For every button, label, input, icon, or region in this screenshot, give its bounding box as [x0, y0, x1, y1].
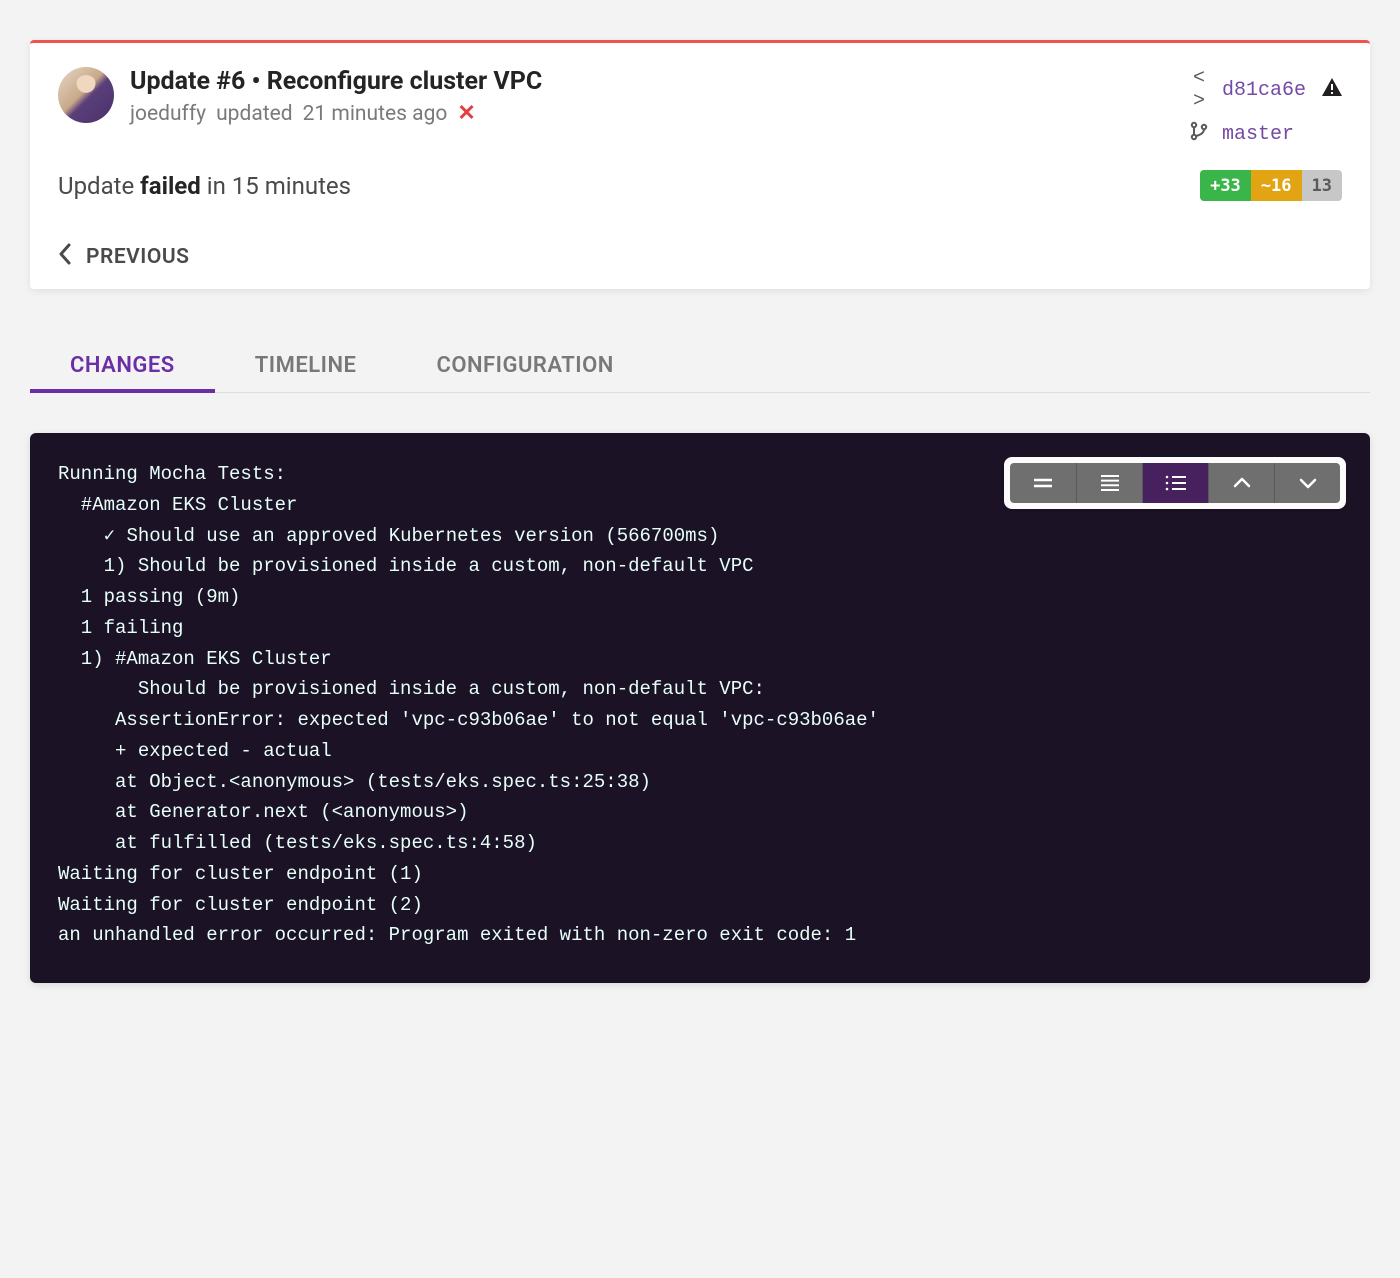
diff-added: +33 — [1200, 170, 1251, 201]
previous-link[interactable]: PREVIOUS — [58, 243, 189, 271]
pager: PREVIOUS — [58, 243, 1342, 271]
tab-changes[interactable]: CHANGES — [30, 337, 215, 392]
update-card: Update #6 • Reconfigure cluster VPC joed… — [30, 40, 1370, 289]
failed-status-icon: ✕ — [457, 103, 475, 125]
view-list-button[interactable] — [1142, 463, 1208, 503]
commit-sha: d81ca6e — [1222, 79, 1306, 102]
status-text: Update failed in 15 minutes — [58, 172, 351, 200]
tab-configuration[interactable]: CONFIGURATION — [396, 337, 653, 392]
update-title: Update #6 • Reconfigure cluster VPC — [130, 67, 1172, 96]
diff-unchanged: 13 — [1302, 170, 1342, 201]
commit-row[interactable]: < > d81ca6e — [1188, 67, 1342, 113]
header-text-block: Update #6 • Reconfigure cluster VPC joed… — [130, 67, 1172, 126]
code-icon: < > — [1188, 67, 1210, 113]
view-justify-button[interactable] — [1076, 463, 1142, 503]
commit-meta: < > d81ca6e master — [1188, 67, 1342, 148]
view-compact-button[interactable] — [1010, 463, 1076, 503]
diff-modified: ~16 — [1251, 170, 1302, 201]
chevron-left-icon — [58, 243, 72, 271]
status-suffix: in 15 minutes — [207, 172, 351, 200]
collapse-up-button[interactable] — [1208, 463, 1274, 503]
status-line: Update failed in 15 minutes +33 ~16 13 — [58, 170, 1342, 201]
update-time: 21 minutes ago — [303, 102, 448, 126]
user-avatar[interactable] — [58, 67, 114, 123]
warning-icon — [1322, 78, 1342, 103]
diff-summary: +33 ~16 13 — [1200, 170, 1342, 201]
update-subline: joeduffy updated 21 minutes ago ✕ — [130, 102, 1172, 126]
branch-name: master — [1222, 123, 1294, 146]
branch-icon — [1188, 121, 1210, 148]
tab-bar: CHANGES TIMELINE CONFIGURATION — [30, 337, 1370, 393]
tab-timeline[interactable]: TIMELINE — [215, 337, 397, 392]
update-action: updated — [216, 102, 292, 126]
expand-down-button[interactable] — [1274, 463, 1340, 503]
console-output[interactable]: Running Mocha Tests: #Amazon EKS Cluster… — [58, 459, 1342, 951]
status-prefix: Update — [58, 172, 134, 200]
card-header: Update #6 • Reconfigure cluster VPC joed… — [58, 67, 1342, 148]
console-panel: Running Mocha Tests: #Amazon EKS Cluster… — [30, 433, 1370, 983]
previous-label: PREVIOUS — [86, 245, 189, 269]
status-result: failed — [140, 172, 201, 200]
console-toolbar — [1004, 457, 1346, 509]
branch-row[interactable]: master — [1188, 121, 1294, 148]
update-user[interactable]: joeduffy — [130, 102, 206, 126]
